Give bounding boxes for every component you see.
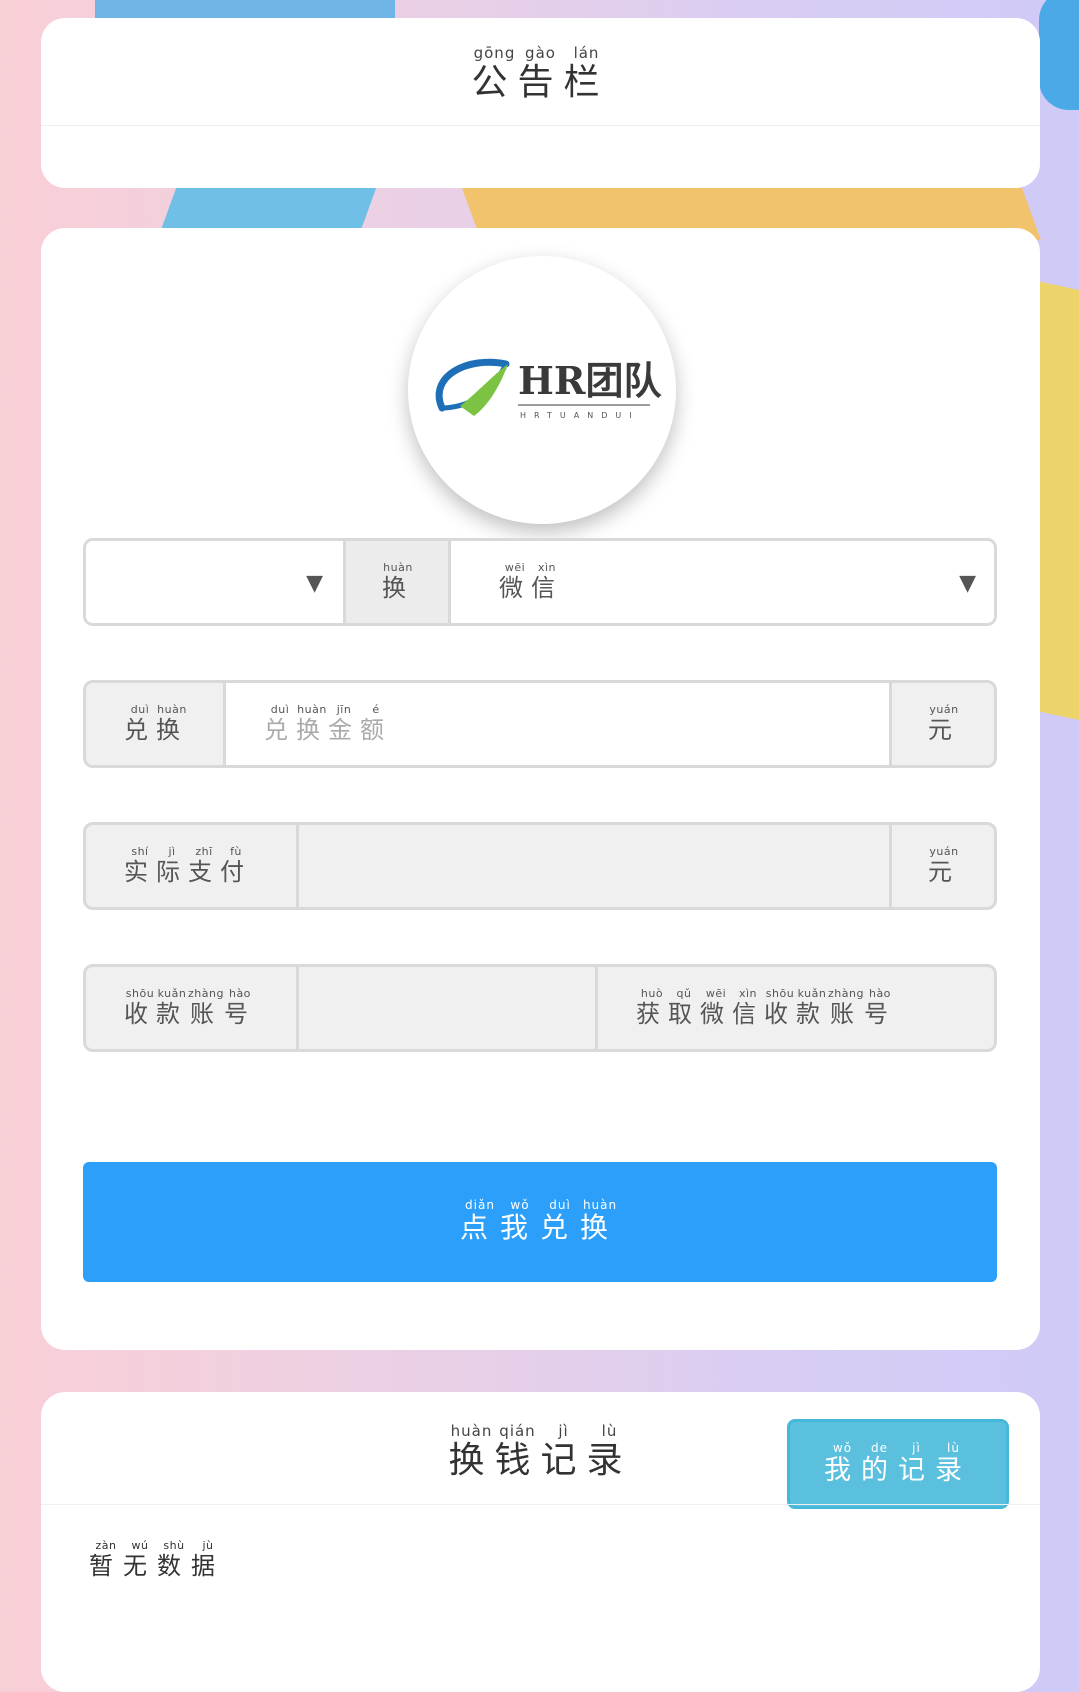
ruby-char: 录lù bbox=[935, 1440, 972, 1486]
ruby-char: 收shōu bbox=[124, 986, 156, 1028]
ruby-char: 兑duì bbox=[264, 702, 296, 744]
actual-pay-unit: 元yuán bbox=[892, 825, 994, 907]
ruby-char: 换huàn bbox=[448, 1422, 495, 1481]
ruby-char: 记jì bbox=[540, 1422, 587, 1481]
chevron-down-icon: ▼ bbox=[306, 571, 331, 596]
records-card: 换huàn钱qián记jì录lù 我wǒ 的de 记jì 录lù 暂zàn无wú数sh… bbox=[41, 1392, 1040, 1692]
ruby-char: 元yuán bbox=[928, 702, 960, 744]
my-records-button[interactable]: 我wǒ 的de 记jì 录lù bbox=[787, 1419, 1009, 1509]
ruby-char: 无wú bbox=[123, 1539, 157, 1580]
ruby-char: 兑duì bbox=[124, 702, 156, 744]
amount-unit: 元yuán bbox=[892, 683, 994, 765]
ruby-char: 款kuǎn bbox=[156, 986, 188, 1028]
ruby-char: 号hào bbox=[223, 986, 256, 1028]
notice-title: 公gōng告gào栏lán bbox=[41, 44, 1040, 105]
ruby-char: 金jīn bbox=[328, 702, 360, 744]
ruby-char: 我wǒ bbox=[499, 1197, 540, 1244]
amount-input[interactable]: 兑duì 换huàn 金jīn 额é bbox=[226, 683, 892, 765]
account-row: 收shōu 款kuǎn 账zhàng 号hào 获huò 取qǔ 微wēi 信xìn 收shō… bbox=[83, 964, 997, 1052]
ruby-char: 钱qián bbox=[494, 1422, 541, 1481]
swap-label: 换huàn bbox=[346, 541, 451, 623]
ruby-char: 换huàn bbox=[156, 702, 188, 744]
ruby-char: 额é bbox=[360, 702, 392, 744]
exchange-submit-button[interactable]: 点diǎn 我wǒ 兑duì 换huàn bbox=[83, 1162, 997, 1282]
method-select[interactable]: 微wēi信xìn ▼ bbox=[451, 541, 994, 623]
ruby-char: 公gōng bbox=[471, 44, 518, 103]
ruby-char: 换huàn bbox=[382, 560, 414, 602]
empty-state: 暂zàn无wú数shù据jù bbox=[89, 1539, 225, 1581]
account-input[interactable] bbox=[299, 967, 598, 1049]
ruby-char: 号hào bbox=[863, 986, 896, 1028]
amount-label: 兑duì 换huàn bbox=[86, 683, 226, 765]
ruby-char: 数shù bbox=[157, 1539, 191, 1580]
actual-pay-label: 实shí 际jì 支zhī 付fù bbox=[86, 825, 299, 907]
ruby-char: 取qǔ bbox=[668, 986, 700, 1028]
ruby-char: 据jù bbox=[191, 1539, 225, 1580]
bg-shape bbox=[1039, 0, 1079, 110]
ruby-char: 收shōu bbox=[764, 986, 796, 1028]
ruby-char: 信xìn bbox=[531, 560, 563, 602]
ruby-char: 账zhàng bbox=[828, 986, 864, 1028]
ruby-char: 付fù bbox=[220, 844, 252, 886]
brand-sub: HRTUANDUI bbox=[520, 411, 640, 420]
ruby-char: 款kuǎn bbox=[796, 986, 828, 1028]
notice-card: 公gōng告gào栏lán bbox=[41, 18, 1040, 188]
ruby-char: 元yuán bbox=[928, 844, 960, 886]
ruby-char: 告gào bbox=[517, 44, 564, 103]
ruby-char: 际jì bbox=[156, 844, 188, 886]
ruby-char: 栏lán bbox=[563, 44, 610, 103]
ruby-char: 支zhī bbox=[188, 844, 220, 886]
ruby-char: 换huàn bbox=[580, 1197, 621, 1244]
ruby-char: 微wēi bbox=[700, 986, 732, 1028]
actual-pay-field bbox=[299, 825, 892, 907]
actual-pay-row: 实shí 际jì 支zhī 付fù 元yuán bbox=[83, 822, 997, 910]
ruby-char: 我wǒ bbox=[824, 1440, 861, 1486]
brand-text: HR团队 bbox=[518, 358, 662, 403]
logo-image: HR团队 HRTUANDUI bbox=[435, 358, 662, 420]
divider bbox=[41, 1504, 1040, 1505]
account-label: 收shōu 款kuǎn 账zhàng 号hào bbox=[86, 967, 299, 1049]
method-select-value: 微wēi信xìn bbox=[499, 560, 563, 603]
divider bbox=[41, 125, 1040, 126]
ruby-char: 点diǎn bbox=[459, 1197, 500, 1244]
ruby-char: 账zhàng bbox=[188, 986, 224, 1028]
ruby-char: 微wēi bbox=[499, 560, 531, 602]
chevron-down-icon: ▼ bbox=[959, 571, 984, 596]
exchange-card: HR团队 HRTUANDUI ▼ 换huàn 微wēi信xìn ▼ 兑duì 换h… bbox=[41, 228, 1040, 1350]
amount-row: 兑duì 换huàn 兑duì 换huàn 金jīn 额é 元yuán bbox=[83, 680, 997, 768]
logo: HR团队 HRTUANDUI bbox=[408, 256, 676, 524]
ruby-char: 的de bbox=[861, 1440, 898, 1486]
currency-select[interactable]: ▼ bbox=[86, 541, 346, 623]
ruby-char: 录lù bbox=[586, 1422, 633, 1481]
ruby-char: 换huàn bbox=[296, 702, 328, 744]
bg-shape bbox=[1039, 281, 1079, 729]
ruby-char: 实shí bbox=[124, 844, 156, 886]
ruby-char: 兑duì bbox=[540, 1197, 581, 1244]
ruby-char: 暂zàn bbox=[89, 1539, 123, 1580]
get-wechat-account-button[interactable]: 获huò 取qǔ 微wēi 信xìn 收shōu 款kuǎn 账zhàng 号hào bbox=[598, 967, 994, 1049]
ruby-char: 信xìn bbox=[732, 986, 764, 1028]
currency-row: ▼ 换huàn 微wēi信xìn ▼ bbox=[83, 538, 997, 626]
ruby-char: 获huò bbox=[636, 986, 668, 1028]
ruby-char: 记jì bbox=[898, 1440, 935, 1486]
